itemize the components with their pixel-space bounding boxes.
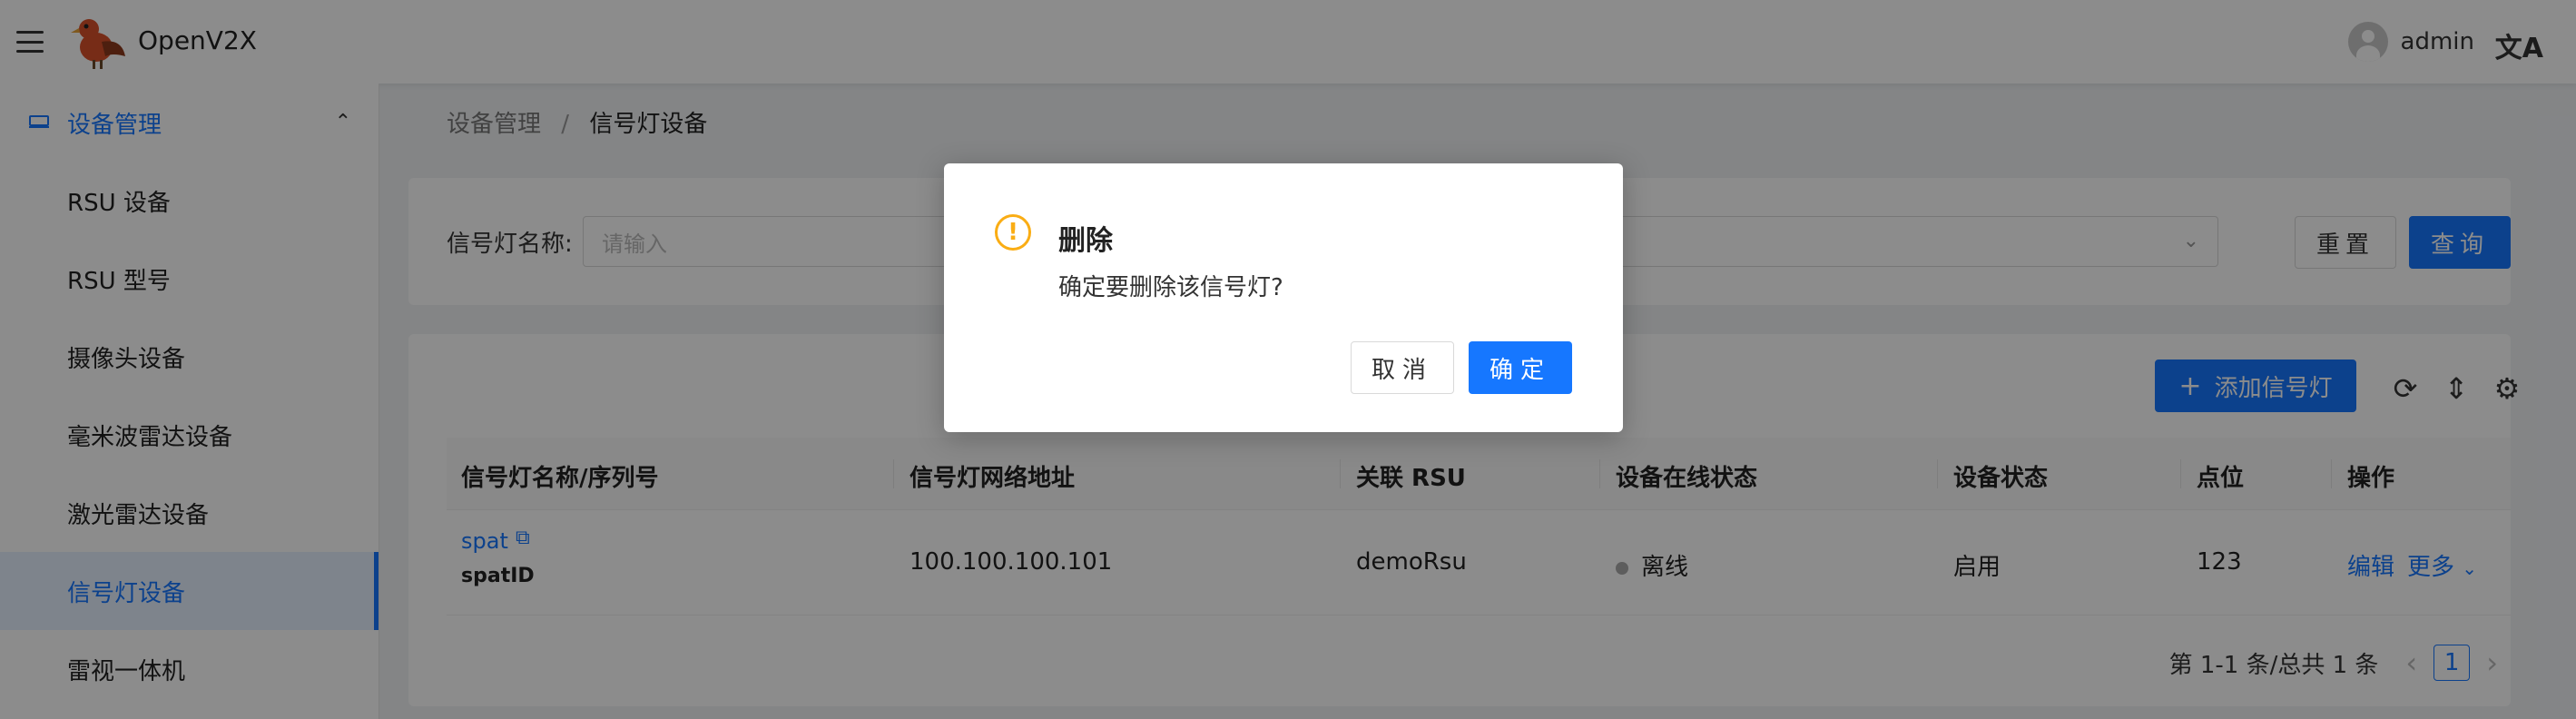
cancel-button[interactable]: 取消	[1351, 341, 1454, 394]
modal-content: 确定要删除该信号灯?	[1058, 274, 1283, 301]
confirm-button[interactable]: 确定	[1469, 341, 1572, 394]
exclamation-circle-icon: !	[995, 214, 1031, 251]
modal-title: 删除	[1058, 225, 1113, 257]
delete-confirm-modal: ! 删除 确定要删除该信号灯? 取消 确定	[944, 163, 1623, 432]
